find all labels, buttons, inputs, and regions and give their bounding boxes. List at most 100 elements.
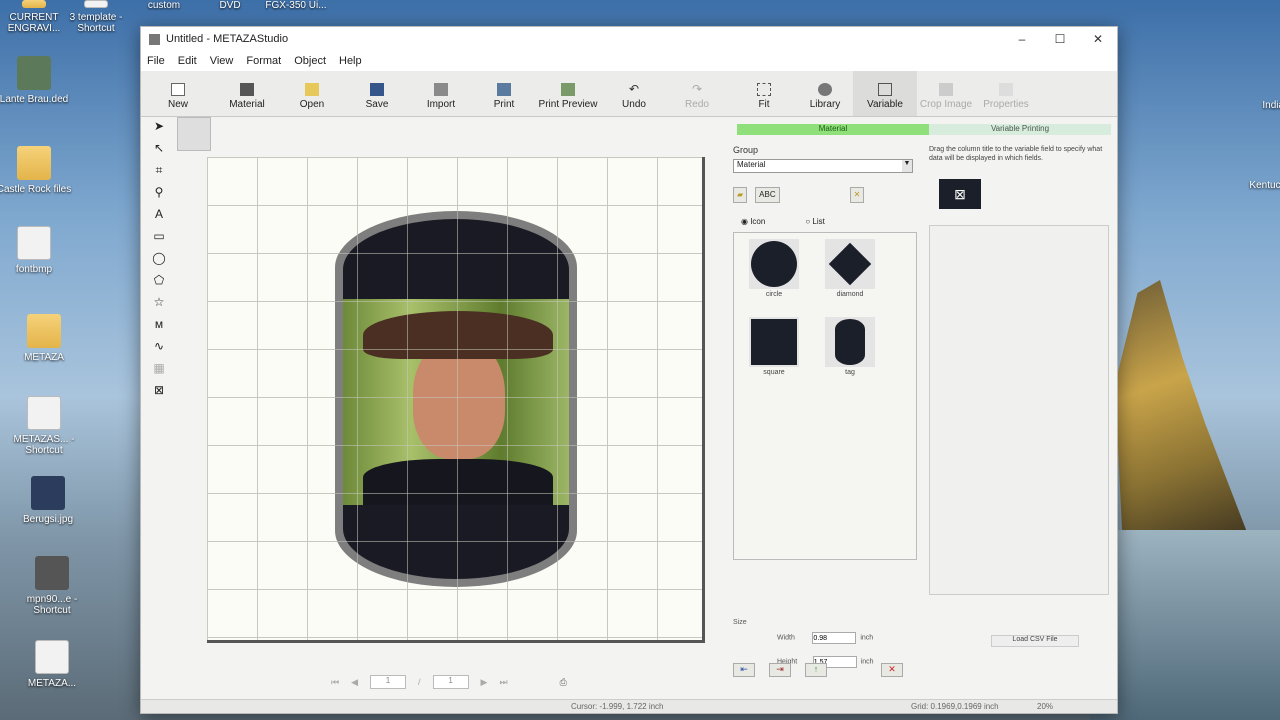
image-tool-icon[interactable]: ▦ bbox=[152, 361, 166, 375]
menu-object[interactable]: Object bbox=[294, 55, 326, 67]
new-button[interactable]: New bbox=[141, 71, 215, 116]
desktop-icon-metaza-2[interactable]: METAZA... bbox=[12, 640, 92, 689]
material-preview-thumb[interactable] bbox=[177, 117, 211, 151]
polygon-tool-icon[interactable]: ⬠ bbox=[152, 273, 166, 287]
curve-tool-icon[interactable]: ∿ bbox=[152, 339, 166, 353]
star-tool-icon[interactable]: ☆ bbox=[152, 295, 166, 309]
view-icon-radio[interactable]: ◉ Icon bbox=[741, 217, 765, 226]
photo-image[interactable] bbox=[343, 299, 569, 505]
shape-square[interactable]: square bbox=[746, 317, 802, 376]
zoom-icon[interactable]: ⚲ bbox=[152, 185, 166, 199]
open-material-button[interactable]: ▰ bbox=[733, 187, 748, 203]
rectangle-tool-icon[interactable]: ▭ bbox=[152, 229, 166, 243]
crop-image-button[interactable]: Crop Image bbox=[917, 71, 975, 116]
variable-panel: Drag the column title to the variable fi… bbox=[929, 145, 1111, 595]
desktop-icon-mpn-shortcut[interactable]: mpn90...e - Shortcut bbox=[12, 556, 92, 616]
tab-material[interactable]: Material bbox=[737, 124, 929, 135]
desktop-icon-metaza[interactable]: METAZA bbox=[4, 314, 84, 363]
menu-edit[interactable]: Edit bbox=[178, 55, 197, 67]
group-select[interactable]: Material ▼ bbox=[733, 159, 913, 173]
open-button[interactable]: Open bbox=[279, 71, 345, 116]
menu-help[interactable]: Help bbox=[339, 55, 362, 67]
width-label: Width bbox=[777, 634, 795, 642]
width-field[interactable] bbox=[812, 632, 857, 644]
current-page-field[interactable]: 1 bbox=[370, 675, 407, 689]
desktop-icon-indian[interactable]: Indian bbox=[1236, 100, 1280, 111]
image-file-icon bbox=[31, 476, 65, 510]
prev-page-icon[interactable]: ◀ bbox=[351, 677, 358, 688]
variable-data-list[interactable] bbox=[929, 225, 1109, 595]
view-list-radio[interactable]: ○ List bbox=[805, 217, 825, 226]
import-data-button[interactable]: ⇤ bbox=[733, 663, 755, 677]
shape-tag[interactable]: tag bbox=[822, 317, 878, 376]
page-setup-icon[interactable]: ⎙ bbox=[560, 677, 567, 688]
load-csv-button[interactable]: Load CSV File bbox=[991, 635, 1079, 647]
library-button[interactable]: Library bbox=[797, 71, 853, 116]
total-pages-field: 1 bbox=[432, 675, 469, 689]
panel-tabs: Material Variable Printing bbox=[737, 124, 1111, 135]
redo-button[interactable]: ↷ Redo bbox=[667, 71, 727, 116]
variable-button[interactable]: Variable bbox=[853, 71, 917, 116]
save-button[interactable]: Save bbox=[345, 71, 409, 116]
design-canvas[interactable] bbox=[207, 157, 705, 643]
export-data-button[interactable]: ⇥ bbox=[769, 663, 791, 677]
desktop-icon-label: Berugsi.jpg bbox=[22, 514, 74, 525]
desktop-icon-label: Lante Brau.ded bbox=[0, 94, 69, 105]
width-unit: inch bbox=[860, 634, 874, 642]
desktop-icon-fgx[interactable]: FGX-350 Ui... bbox=[256, 0, 336, 11]
next-page-icon[interactable]: ▶ bbox=[481, 677, 488, 688]
select-arrow-icon[interactable]: ➤ bbox=[152, 119, 166, 133]
material-button[interactable]: Material bbox=[215, 71, 279, 116]
desktop-icon-berugsi[interactable]: Berugsi.jpg bbox=[8, 476, 88, 525]
desktop-icon-metazas-shortcut[interactable]: METAZAS... - Shortcut bbox=[4, 396, 84, 456]
desktop-icon-lante[interactable]: Lante Brau.ded bbox=[0, 56, 74, 105]
polyline-tool-icon[interactable]: ᴍ bbox=[152, 317, 166, 331]
tag-material-outline[interactable] bbox=[335, 211, 577, 587]
crop-tool-icon[interactable]: ⌗ bbox=[152, 163, 166, 177]
shape-diamond[interactable]: diamond bbox=[822, 239, 878, 298]
toolbar-label: Library bbox=[809, 99, 841, 110]
text-tool-icon[interactable]: A bbox=[152, 207, 166, 221]
print-button[interactable]: Print bbox=[473, 71, 535, 116]
delete-data-button[interactable]: ✕ bbox=[881, 663, 903, 677]
variable-icon bbox=[878, 83, 892, 96]
variable-field-icon[interactable]: ⊠ bbox=[939, 179, 981, 209]
shape-circle[interactable]: circle bbox=[746, 239, 802, 298]
photo-shirt bbox=[363, 459, 553, 505]
printer-icon bbox=[497, 83, 511, 96]
variable-field-icon[interactable]: ⊠ bbox=[152, 383, 166, 397]
menu-file[interactable]: File bbox=[147, 55, 165, 67]
last-page-icon[interactable]: ⏭ bbox=[499, 677, 507, 688]
first-page-icon[interactable]: ⏮ bbox=[331, 677, 339, 688]
window-title: Untitled - METAZAStudio bbox=[166, 33, 289, 45]
menu-view[interactable]: View bbox=[210, 55, 234, 67]
close-button[interactable]: ✕ bbox=[1079, 32, 1117, 46]
shortcut-icon bbox=[27, 396, 61, 430]
print-preview-button[interactable]: Print Preview bbox=[535, 71, 601, 116]
move-up-button[interactable]: ↑ bbox=[805, 663, 827, 677]
status-bar: Cursor: -1.999, 1.722 inch Grid: 0.1969,… bbox=[141, 699, 1117, 713]
ellipse-tool-icon[interactable]: ◯ bbox=[152, 251, 166, 265]
menu-format[interactable]: Format bbox=[246, 55, 281, 67]
app-icon bbox=[17, 56, 51, 90]
crop-icon bbox=[939, 83, 953, 96]
desktop-icon-label: METAZAS... - Shortcut bbox=[13, 434, 75, 456]
toolbar-label: Save bbox=[365, 99, 389, 110]
redo-icon: ↷ bbox=[691, 82, 703, 96]
desktop-icon-kentucky[interactable]: Kentucky bbox=[1230, 180, 1280, 191]
undo-button[interactable]: ↶ Undo bbox=[601, 71, 667, 116]
import-button[interactable]: Import bbox=[409, 71, 473, 116]
desktop-icon-castle-rock[interactable]: Castle Rock files bbox=[0, 146, 74, 195]
fit-button[interactable]: Fit bbox=[731, 71, 797, 116]
properties-button[interactable]: Properties bbox=[975, 71, 1037, 116]
desktop-icon-label: fontbmp bbox=[15, 264, 53, 275]
minimize-button[interactable]: – bbox=[1003, 32, 1041, 46]
desktop-icon-fontbmp[interactable]: fontbmp bbox=[0, 226, 74, 275]
main-toolbar: New Material Open Save Import Print Prin… bbox=[141, 71, 1117, 117]
abc-button[interactable]: ABC bbox=[755, 187, 780, 203]
node-edit-icon[interactable]: ↖ bbox=[152, 141, 166, 155]
tab-variable-printing[interactable]: Variable Printing bbox=[929, 124, 1111, 135]
toolbar-label: Fit bbox=[758, 99, 770, 110]
maximize-button[interactable]: ☐ bbox=[1041, 32, 1079, 46]
delete-material-button[interactable]: ✕ bbox=[849, 187, 865, 203]
